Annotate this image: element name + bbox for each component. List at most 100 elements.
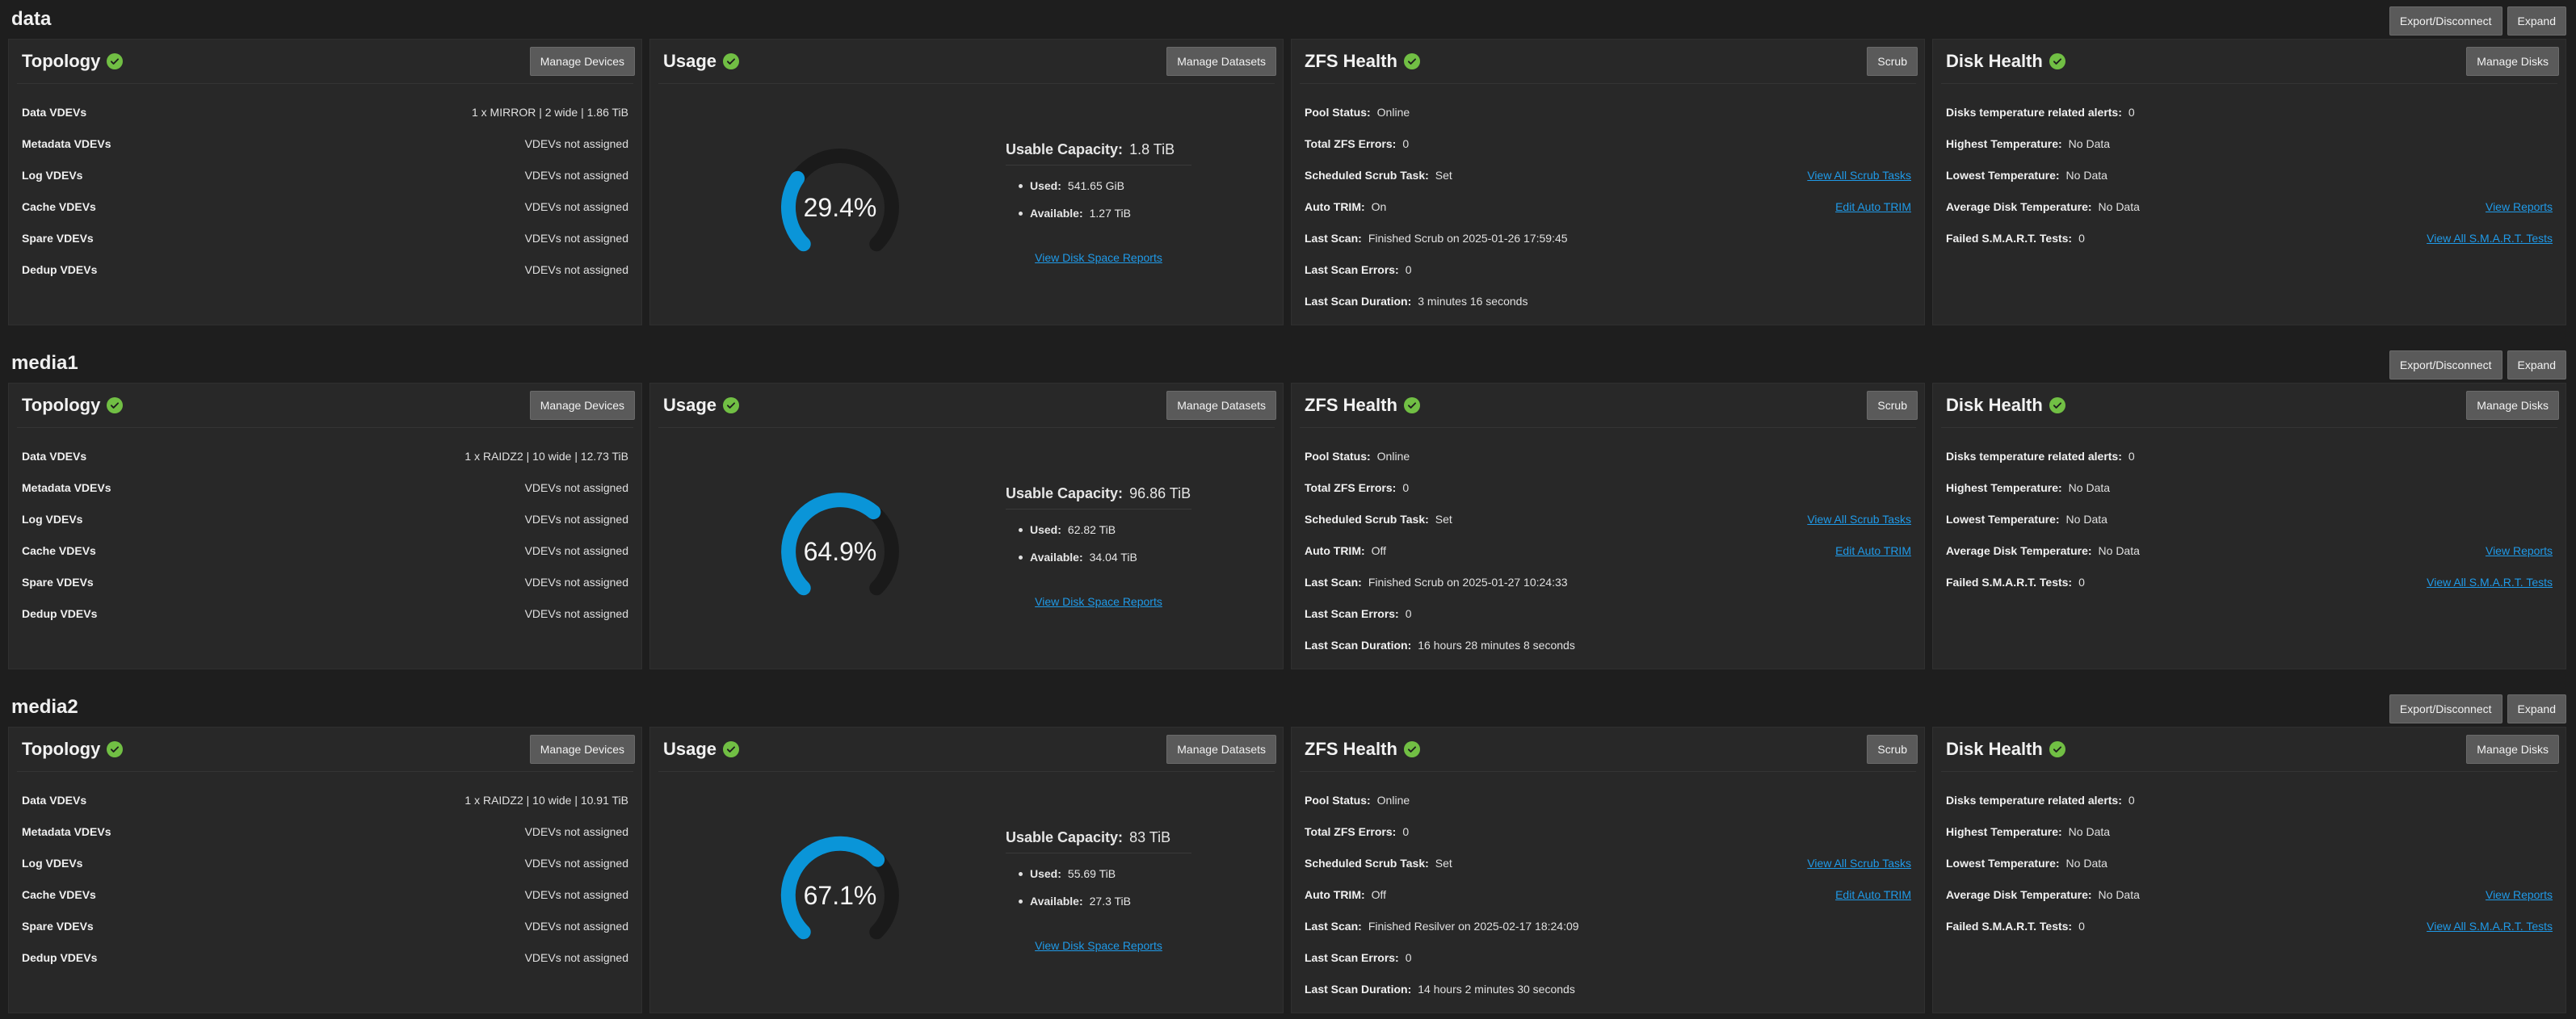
edit-auto-trim-link[interactable]: Edit Auto TRIM (1835, 544, 1911, 557)
spare-vdevs-row-label: Spare VDEVs (22, 575, 94, 589)
view-disk-space-reports-link[interactable]: View Disk Space Reports (1035, 939, 1162, 952)
expand-button[interactable]: Expand (2507, 350, 2566, 380)
card-divider (17, 771, 633, 772)
status-ok-icon (723, 741, 740, 757)
last-scan-duration-row-label: Last Scan Duration: (1305, 638, 1412, 652)
dedup-vdevs-row: Dedup VDEVs VDEVs not assigned (22, 598, 628, 629)
view-reports-link[interactable]: View Reports (2486, 544, 2553, 557)
pool-name: media1 (11, 352, 78, 374)
topology-card: Topology Manage Devices Data VDEVs 1 x M… (8, 39, 642, 325)
scheduled-scrub-row-label: Scheduled Scrub Task: (1305, 168, 1429, 182)
zfs-health-card-title: ZFS Health (1305, 51, 1420, 72)
status-ok-icon (1403, 741, 1420, 757)
disk-temp-alerts-row-label: Disks temperature related alerts: (1946, 793, 2122, 807)
manage-datasets-button[interactable]: Manage Datasets (1166, 735, 1276, 764)
zfs-health-title-text: ZFS Health (1305, 395, 1397, 415)
used-item: Used: 62.82 TiB (1019, 516, 1216, 543)
view-reports-link[interactable]: View Reports (2486, 200, 2553, 213)
expand-button[interactable]: Expand (2507, 694, 2566, 723)
metadata-vdevs-row-label: Metadata VDEVs (22, 136, 111, 150)
failed-smart-row-label: Failed S.M.A.R.T. Tests: (1946, 231, 2073, 245)
metadata-vdevs-row-value: VDEVs not assigned (524, 824, 628, 838)
log-vdevs-row-label: Log VDEVs (22, 856, 83, 870)
view-all-scrub-tasks-link[interactable]: View All Scrub Tasks (1807, 857, 1911, 870)
scrub-button[interactable]: Scrub (1867, 735, 1918, 764)
total-zfs-errors-row: Total ZFS Errors: 0 (1305, 472, 1911, 503)
last-scan-row: Last Scan: Finished Scrub on 2025-01-27 … (1305, 566, 1911, 598)
scrub-button[interactable]: Scrub (1867, 391, 1918, 420)
usage-percent: 64.9% (803, 536, 877, 566)
pool-status-row-value: Online (1376, 105, 1410, 119)
view-all-scrub-tasks-link[interactable]: View All Scrub Tasks (1807, 169, 1911, 182)
total-zfs-errors-row-label: Total ZFS Errors: (1305, 824, 1397, 838)
scheduled-scrub-row-value: Set (1435, 512, 1452, 526)
view-all-smart-link[interactable]: View All S.M.A.R.T. Tests (2427, 576, 2553, 589)
usage-card-title: Usage (663, 395, 740, 416)
last-scan-errors-row-label: Last Scan Errors: (1305, 950, 1399, 964)
failed-smart-row-value: 0 (2078, 919, 2085, 933)
topology-card-header: Topology Manage Devices (22, 734, 635, 765)
last-scan-duration-row: Last Scan Duration: 16 hours 28 minutes … (1305, 629, 1911, 660)
disk-health-card: Disk Health Manage Disks Disks temperatu… (1932, 727, 2566, 1013)
usable-capacity: Usable Capacity: 1.8 TiB Used: 541.65 GiB… (1006, 141, 1216, 227)
last-scan-errors-row: Last Scan Errors: 0 (1305, 941, 1911, 973)
last-scan-row-value: Finished Resilver on 2025-02-17 18:24:09 (1368, 919, 1579, 933)
last-scan-row-label: Last Scan: (1305, 919, 1362, 933)
export-disconnect-button[interactable]: Export/Disconnect (2389, 350, 2502, 380)
metadata-vdevs-row: Metadata VDEVs VDEVs not assigned (22, 472, 628, 503)
usage-gauge: 29.4% (775, 143, 905, 272)
scheduled-scrub-row-label: Scheduled Scrub Task: (1305, 856, 1429, 870)
topology-card-header: Topology Manage Devices (22, 46, 635, 77)
usable-capacity-value: 83 TiB (1129, 829, 1171, 845)
manage-datasets-button[interactable]: Manage Datasets (1166, 47, 1276, 76)
auto-trim-row: Auto TRIM: Off Edit Auto TRIM (1305, 535, 1911, 566)
dedup-vdevs-row-label: Dedup VDEVs (22, 950, 98, 964)
topology-card-header: Topology Manage Devices (22, 390, 635, 421)
export-disconnect-button[interactable]: Export/Disconnect (2389, 694, 2502, 723)
zfs-health-title-text: ZFS Health (1305, 739, 1397, 759)
manage-datasets-button[interactable]: Manage Datasets (1166, 391, 1276, 420)
expand-button[interactable]: Expand (2507, 6, 2566, 36)
topology-card-title: Topology (22, 395, 124, 416)
card-divider (1300, 427, 1916, 428)
manage-devices-button[interactable]: Manage Devices (529, 735, 635, 764)
manage-devices-button[interactable]: Manage Devices (529, 47, 635, 76)
manage-devices-button[interactable]: Manage Devices (529, 391, 635, 420)
avg-disk-temp-row-label: Average Disk Temperature: (1946, 887, 2092, 901)
view-all-smart-link[interactable]: View All S.M.A.R.T. Tests (2427, 920, 2553, 933)
scrub-button[interactable]: Scrub (1867, 47, 1918, 76)
data-vdevs-row-label: Data VDEVs (22, 793, 87, 807)
topology-title-text: Topology (22, 739, 101, 759)
dedup-vdevs-row-label: Dedup VDEVs (22, 606, 98, 620)
auto-trim-row-label: Auto TRIM: (1305, 543, 1365, 557)
view-disk-space-reports-link[interactable]: View Disk Space Reports (1035, 251, 1162, 264)
manage-disks-button[interactable]: Manage Disks (2466, 391, 2559, 420)
status-ok-icon (2049, 397, 2065, 413)
pool-actions: Export/Disconnect Expand (2389, 6, 2566, 36)
usage-title-text: Usage (663, 739, 717, 759)
usage-card: Usage Manage Datasets 64.9% Usable Capac… (649, 383, 1284, 669)
pool-name: data (11, 8, 52, 30)
total-zfs-errors-row: Total ZFS Errors: 0 (1305, 816, 1911, 847)
edit-auto-trim-link[interactable]: Edit Auto TRIM (1835, 888, 1911, 901)
status-ok-icon (2049, 53, 2065, 69)
log-vdevs-row: Log VDEVs VDEVs not assigned (22, 847, 628, 879)
manage-disks-button[interactable]: Manage Disks (2466, 735, 2559, 764)
cache-vdevs-row: Cache VDEVs VDEVs not assigned (22, 191, 628, 222)
available-item: Available: 27.3 TiB (1019, 887, 1216, 915)
view-disk-space-reports-link[interactable]: View Disk Space Reports (1035, 595, 1162, 608)
view-all-scrub-tasks-link[interactable]: View All Scrub Tasks (1807, 513, 1911, 526)
auto-trim-row-label: Auto TRIM: (1305, 199, 1365, 213)
highest-temp-row-value: No Data (2068, 824, 2111, 838)
edit-auto-trim-link[interactable]: Edit Auto TRIM (1835, 200, 1911, 213)
manage-disks-button[interactable]: Manage Disks (2466, 47, 2559, 76)
disk-temp-alerts-row-label: Disks temperature related alerts: (1946, 105, 2122, 119)
zfs-health-card: ZFS Health Scrub Pool Status: Online Tot… (1291, 383, 1925, 669)
view-reports-link[interactable]: View Reports (2486, 888, 2553, 901)
usable-capacity-label: Usable Capacity: (1006, 829, 1124, 845)
last-scan-duration-row-value: 3 minutes 16 seconds (1418, 294, 1528, 308)
view-all-smart-link[interactable]: View All S.M.A.R.T. Tests (2427, 232, 2553, 245)
zfs-health-card-header: ZFS Health Scrub (1305, 734, 1918, 765)
disk-health-card-header: Disk Health Manage Disks (1946, 734, 2559, 765)
export-disconnect-button[interactable]: Export/Disconnect (2389, 6, 2502, 36)
